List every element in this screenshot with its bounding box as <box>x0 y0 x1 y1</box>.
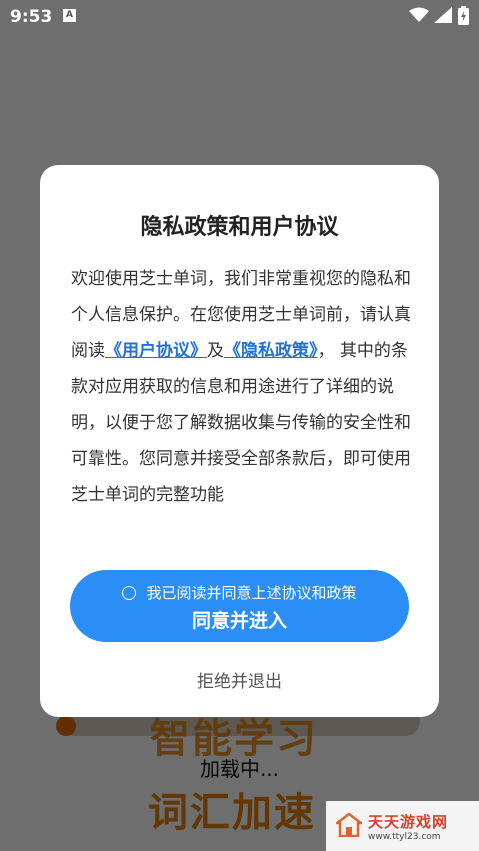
agreement-radio-icon[interactable] <box>122 586 137 600</box>
body-and: 及 <box>207 341 224 361</box>
agreement-checkbox-row[interactable]: 我已阅读并同意上述协议和政策 <box>70 582 409 603</box>
status-bar: 9:53 A <box>0 0 479 34</box>
dialog-title: 隐私政策和用户协议 <box>140 215 339 240</box>
watermark-name: 天天游戏网 <box>368 813 449 831</box>
agree-and-enter-button[interactable]: 我已阅读并同意上述协议和政策 同意并进入 <box>70 570 409 642</box>
privacy-policy-link[interactable]: 《隐私政策》 <box>224 341 318 361</box>
notification-a-icon: A <box>63 9 76 22</box>
watermark-url: www.ttyl23.com <box>368 832 441 842</box>
dialog-body: 欢迎使用芝士单词，我们非常重视您的隐私和个人信息保护。在您使用芝士单词前，请认真… <box>71 261 416 513</box>
agree-button-label: 同意并进入 <box>191 610 287 632</box>
body-rest: ， 其中的条款对应用获取的信息和用途进行了详细的说明，以便于您了解数据收集与传输… <box>71 341 411 505</box>
status-time: 9:53 <box>10 7 53 27</box>
user-agreement-link[interactable]: 《用户协议》 <box>105 341 207 361</box>
wifi-icon <box>409 7 429 22</box>
watermark: 天天游戏网 www.ttyl23.com <box>326 801 479 851</box>
privacy-dialog: 隐私政策和用户协议 欢迎使用芝士单词，我们非常重视您的隐私和个人信息保护。在您使… <box>40 165 439 717</box>
agreement-checkbox-label: 我已阅读并同意上述协议和政策 <box>146 584 357 602</box>
signal-icon <box>434 7 452 23</box>
house-logo-icon <box>336 813 362 837</box>
battery-icon <box>458 6 469 25</box>
reject-and-exit-button[interactable]: 拒绝并退出 <box>40 667 439 692</box>
